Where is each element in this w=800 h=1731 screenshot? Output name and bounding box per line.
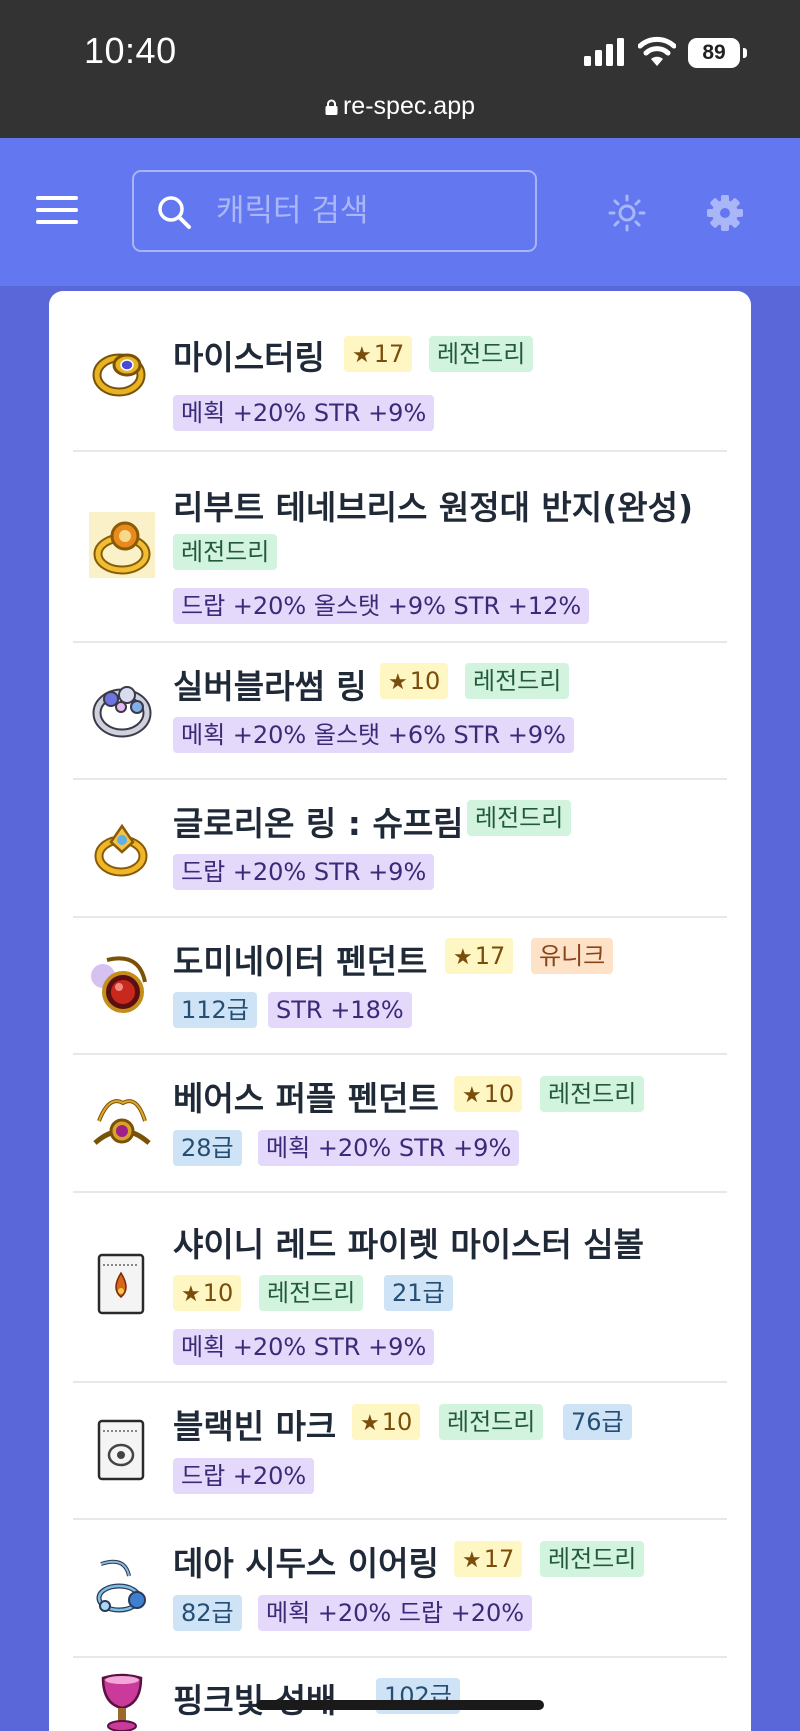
rarity-badge: 레전드리 [173, 534, 278, 570]
option-badge: 메획 +20% 올스탯 +6% STR +9% [173, 717, 574, 753]
rarity-badge: 레전드리 [467, 800, 572, 836]
rarity-badge: 레전드리 [439, 1404, 544, 1440]
gear-icon[interactable] [706, 194, 744, 232]
item-name: 핑크빛 성배 [173, 1681, 337, 1720]
rarity-badge: 레전드리 [259, 1275, 364, 1311]
item-name: 마이스터링 [173, 338, 325, 377]
star-icon: ★ [462, 1083, 482, 1108]
mark-icon [97, 1419, 145, 1481]
signal-icon [584, 38, 624, 66]
option-badge: 메획 +20% STR +9% [173, 1329, 435, 1365]
pendant-icon [91, 956, 147, 1013]
option-badge: 메획 +20% STR +9% [258, 1130, 520, 1166]
url-text: re-spec.app [342, 92, 476, 120]
item-name: 데아 시두스 이어링 [173, 1544, 439, 1583]
symbol-icon [97, 1253, 145, 1315]
star-badge: ★17 [445, 938, 514, 974]
option-badge: STR +18% [268, 992, 412, 1028]
rarity-badge: 레전드리 [540, 1076, 645, 1112]
sun-icon[interactable] [608, 194, 646, 232]
star-badge: ★17 [454, 1541, 523, 1577]
item-name: 글로리온 링 : 슈프림 [173, 804, 464, 843]
search-icon [158, 196, 191, 229]
equipment-card: 마이스터링 ★17 레전드리 메획 +20% STR +9% 리부트 테네브리스… [49, 291, 751, 1731]
star-icon: ★ [352, 343, 372, 368]
item-name: 샤이니 레드 파이렛 마이스터 심볼 [173, 1225, 644, 1264]
star-badge: ★10 [380, 663, 449, 699]
item-name: 실버블라썸 링 [173, 667, 367, 706]
status-time: 10:40 [84, 30, 177, 71]
list-item[interactable]: 리부트 테네브리스 원정대 반지(완성) 레전드리 드랍 +20% 올스탯 +9… [73, 452, 727, 643]
ring-icon [89, 512, 155, 578]
ring-icon [92, 353, 146, 397]
menu-icon[interactable] [36, 196, 78, 224]
star-icon: ★ [453, 945, 473, 970]
ring-icon [94, 823, 148, 877]
star-badge: ★10 [352, 1404, 421, 1440]
list-item[interactable]: 블랙빈 마크 ★10 레전드리 76급 드랍 +20% [73, 1383, 727, 1520]
status-bar: 10:40 89 re-spec.app [0, 0, 800, 138]
rarity-badge: 유니크 [531, 938, 614, 974]
search-box[interactable] [132, 170, 537, 252]
star-badge: ★17 [344, 336, 413, 372]
list-item[interactable]: 데아 시두스 이어링 ★17 레전드리 82급 메획 +20% 드랍 +20% [73, 1520, 727, 1658]
chalice-icon [101, 1673, 143, 1731]
star-badge: ★10 [173, 1275, 242, 1311]
search-input[interactable] [216, 172, 516, 250]
item-name: 도미네이터 펜던트 [173, 942, 428, 981]
battery-icon: 89 [688, 38, 748, 68]
star-icon: ★ [462, 1548, 482, 1573]
grade-badge: 28급 [173, 1130, 242, 1166]
list-item[interactable]: 핑크빛 성배 102급 [73, 1658, 727, 1731]
star-icon: ★ [388, 670, 408, 695]
item-name: 블랙빈 마크 [173, 1407, 337, 1446]
star-icon: ★ [181, 1282, 201, 1307]
rarity-badge: 레전드리 [429, 336, 534, 372]
option-badge: 드랍 +20% 올스탯 +9% STR +12% [173, 588, 590, 624]
wifi-icon [638, 36, 676, 66]
list-item[interactable]: 베어스 퍼플 펜던트 ★10 레전드리 28급 메획 +20% STR +9% [73, 1055, 727, 1193]
rarity-badge: 레전드리 [465, 663, 570, 699]
earring-icon [96, 1559, 146, 1613]
option-badge: 드랍 +20% [173, 1458, 315, 1494]
list-item[interactable]: 실버블라썸 링 ★10 레전드리 메획 +20% 올스탯 +6% STR +9% [73, 643, 727, 780]
battery-level: 89 [688, 38, 740, 68]
option-badge: 메획 +20% STR +9% [173, 395, 435, 431]
grade-badge: 82급 [173, 1595, 242, 1631]
grade-badge: 76급 [563, 1404, 632, 1440]
home-indicator[interactable] [256, 1700, 544, 1710]
item-name: 리부트 테네브리스 원정대 반지(완성) [173, 488, 694, 527]
list-item[interactable]: 도미네이터 펜던트 ★17 유니크 112급 STR +18% [73, 918, 727, 1055]
item-name: 베어스 퍼플 펜던트 [173, 1079, 439, 1118]
lock-icon [325, 99, 338, 115]
grade-badge: 21급 [384, 1275, 453, 1311]
star-icon: ★ [360, 1411, 380, 1436]
ring-icon [92, 686, 152, 738]
list-item[interactable]: 글로리온 링 : 슈프림 레전드리 드랍 +20% STR +9% [73, 780, 727, 918]
url-bar[interactable]: re-spec.app [0, 92, 800, 121]
option-badge: 드랍 +20% STR +9% [173, 854, 435, 890]
list-item[interactable]: 샤이니 레드 파이렛 마이스터 심볼 ★10 레전드리 21급 메획 +20% … [73, 1193, 727, 1383]
option-badge: 메획 +20% 드랍 +20% [258, 1595, 533, 1631]
grade-badge: 112급 [173, 992, 257, 1028]
rarity-badge: 레전드리 [540, 1541, 645, 1577]
pendant-icon [93, 1099, 151, 1145]
list-item[interactable]: 마이스터링 ★17 레전드리 메획 +20% STR +9% [73, 291, 727, 452]
star-badge: ★10 [454, 1076, 523, 1112]
